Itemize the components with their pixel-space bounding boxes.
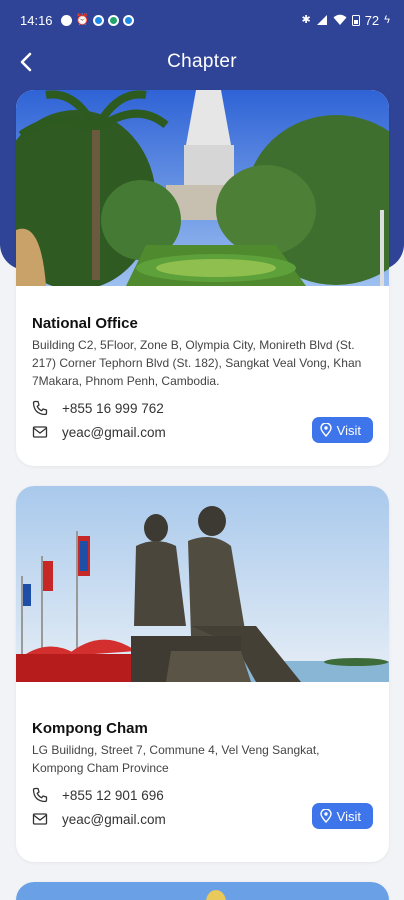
status-bar: 14:16 ⏰ ✱ 72 ϟ [0,0,404,40]
wifi-icon [333,14,347,25]
office-details: National Office Building C2, 5Floor, Zon… [16,286,389,466]
phone-number: +855 12 901 696 [62,787,164,803]
phone-icon [32,400,48,416]
charging-icon: ϟ [384,13,390,26]
office-address: Building C2, 5Floor, Zone B, Olympia Cit… [32,338,362,388]
office-photo [16,882,389,900]
location-pin-icon [319,809,332,823]
office-card[interactable]: Kompong Cham LG Builidng, Street 7, Comm… [16,486,389,862]
bluetooth-icon: ✱ [301,13,311,26]
office-name: Kompong Cham [32,720,148,737]
battery-saver-icon [351,15,360,26]
phone-icon [32,787,48,803]
app-notification-icon [93,14,105,26]
mail-icon [32,813,48,825]
battery-level: 72 [364,12,380,28]
page-title: Chapter [167,51,237,72]
back-arrow-icon [20,52,32,72]
status-time: 14:16 [20,12,53,28]
office-details: Kompong Cham LG Builidng, Street 7, Comm… [16,682,389,862]
visit-label: Visit [336,808,361,824]
notification-icon [60,14,72,26]
phone-row[interactable]: +855 12 901 696 [32,787,373,803]
email-address: yeac@gmail.com [62,424,166,440]
app-notification-icon [123,14,135,26]
signal-icon [316,15,327,25]
email-address: yeac@gmail.com [62,811,166,827]
back-button[interactable] [12,48,40,76]
office-photo [16,486,389,682]
chapter-list: National Office Building C2, 5Floor, Zon… [16,90,389,900]
phone-row[interactable]: +855 16 999 762 [32,400,373,416]
visit-button[interactable]: Visit [311,417,373,443]
phone-number: +855 16 999 762 [62,400,164,416]
location-pin-icon [319,423,332,437]
office-card[interactable]: National Office Building C2, 5Floor, Zon… [16,90,389,466]
app-notification-icon [108,14,120,26]
app-bar: Chapter [0,40,404,84]
visit-label: Visit [336,422,361,438]
mail-icon [32,426,48,438]
alarm-icon: ⏰ [75,13,90,26]
office-card[interactable] [16,882,389,900]
office-photo [16,90,389,286]
office-address: LG Builidng, Street 7, Commune 4, Vel Ve… [32,743,320,775]
office-name: National Office [32,315,138,332]
visit-button[interactable]: Visit [311,803,373,829]
